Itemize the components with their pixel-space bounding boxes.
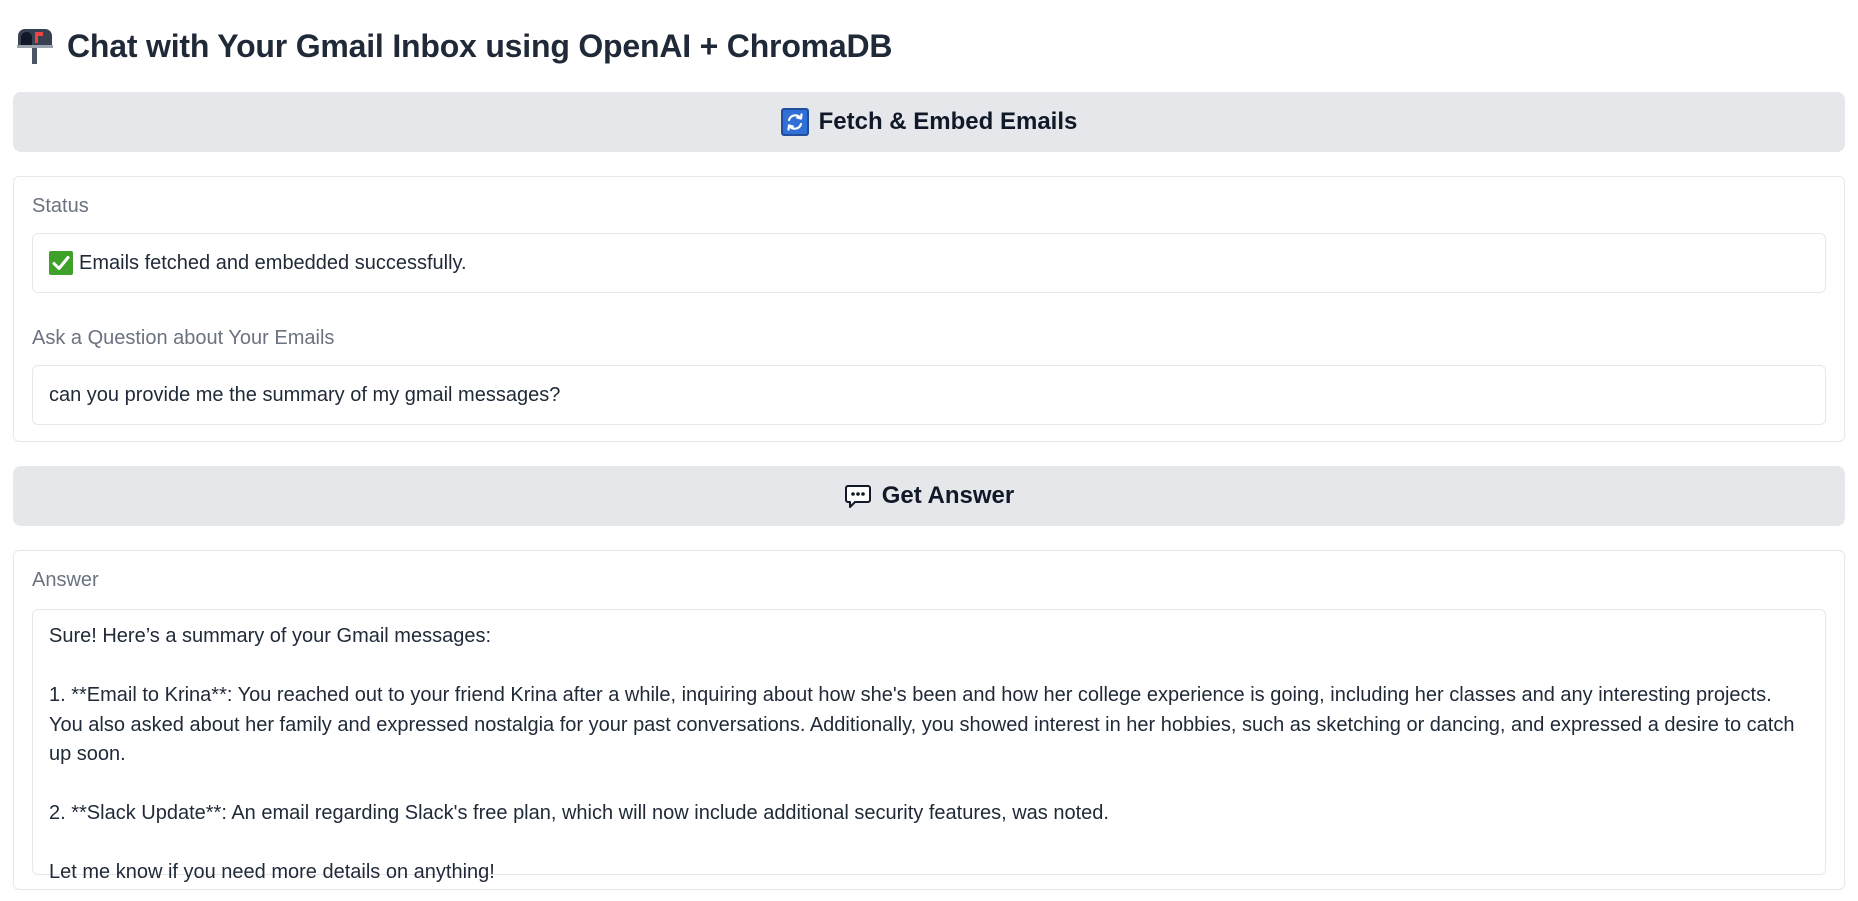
question-input[interactable] (33, 366, 1825, 424)
answer-box: Sure! Here’s a summary of your Gmail mes… (32, 609, 1826, 883)
fetch-embed-button-label: Fetch & Embed Emails (818, 108, 1078, 135)
status-label: Status (32, 195, 89, 217)
page-title: Chat with Your Gmail Inbox using OpenAI … (67, 27, 893, 64)
answer-panel: Answer Sure! Here’s a summary of your Gm… (13, 550, 1845, 890)
answer-label: Answer (32, 569, 99, 591)
speech-bubble-icon (844, 485, 871, 508)
fetch-embed-button[interactable]: Fetch & Embed Emails (13, 92, 1845, 152)
answer-text: Sure! Here’s a summary of your Gmail mes… (33, 610, 1825, 900)
answer-paragraph: 1. **Email to Krina**: You reached out t… (49, 684, 1795, 765)
answer-paragraph: Let me know if you need more details on … (49, 861, 495, 883)
status-box: Emails fetched and embedded successfully… (32, 233, 1826, 293)
question-box (32, 365, 1826, 425)
page-header: Chat with Your Gmail Inbox using OpenAI … (15, 22, 893, 70)
answer-paragraph: Sure! Here’s a summary of your Gmail mes… (49, 625, 492, 647)
status-value: Emails fetched and embedded successfully… (79, 251, 467, 274)
check-icon (49, 251, 73, 275)
mailbox-icon (17, 29, 53, 64)
answer-paragraph: 2. **Slack Update**: An email regarding … (49, 802, 1109, 824)
question-label: Ask a Question about Your Emails (32, 327, 335, 349)
app-page: Chat with Your Gmail Inbox using OpenAI … (0, 0, 1858, 901)
get-answer-button[interactable]: Get Answer (13, 466, 1845, 526)
status-question-panel: Status Emails fetched and embedded succe… (13, 176, 1845, 442)
refresh-icon (780, 108, 809, 136)
get-answer-button-label: Get Answer (881, 482, 1015, 509)
